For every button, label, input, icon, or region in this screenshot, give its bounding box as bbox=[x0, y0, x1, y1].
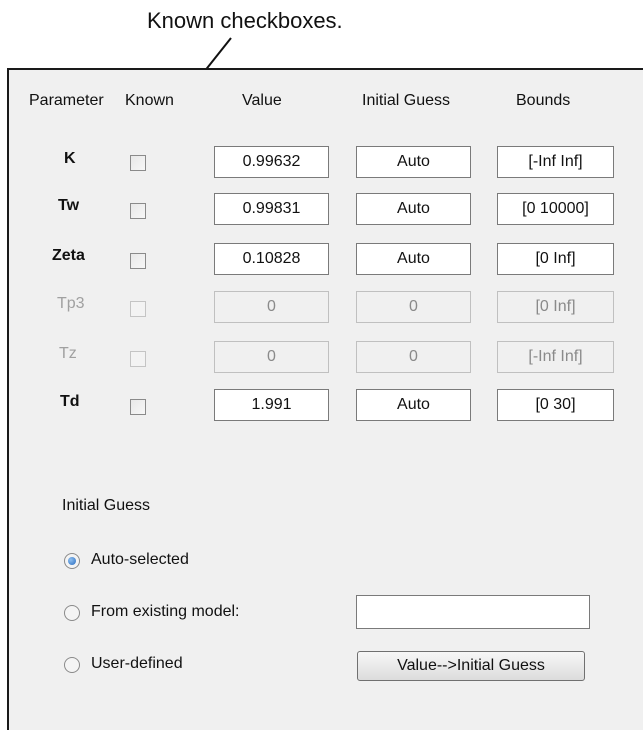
bounds-field-tw[interactable]: [0 10000] bbox=[497, 193, 614, 225]
value-field-zeta[interactable]: 0.10828 bbox=[214, 243, 329, 275]
radio-selected-dot bbox=[68, 557, 76, 565]
radio-auto-selected[interactable] bbox=[64, 553, 80, 569]
value-field-k[interactable]: 0.99632 bbox=[214, 146, 329, 178]
bounds-field-zeta[interactable]: [0 Inf] bbox=[497, 243, 614, 275]
bounds-field-td[interactable]: [0 30] bbox=[497, 389, 614, 421]
param-name-tp3: Tp3 bbox=[57, 295, 85, 312]
param-name-td: Td bbox=[60, 393, 80, 410]
known-checkbox-tz bbox=[130, 351, 146, 367]
header-initial-guess: Initial Guess bbox=[362, 92, 451, 109]
radio-label-auto-selected[interactable]: Auto-selected bbox=[91, 551, 189, 569]
initial-guess-field-zeta[interactable]: Auto bbox=[356, 243, 471, 275]
initial-guess-section-label: Initial Guess bbox=[62, 497, 151, 514]
initial-guess-field-tw[interactable]: Auto bbox=[356, 193, 471, 225]
bounds-field-k[interactable]: [-Inf Inf] bbox=[497, 146, 614, 178]
radio-from-existing-model[interactable] bbox=[64, 605, 80, 621]
param-name-tz: Tz bbox=[59, 345, 77, 362]
bounds-field-tz: [-Inf Inf] bbox=[497, 341, 614, 373]
known-checkbox-tp3 bbox=[130, 301, 146, 317]
value-to-initial-guess-button[interactable]: Value-->Initial Guess bbox=[357, 651, 585, 681]
value-field-tp3: 0 bbox=[214, 291, 329, 323]
callout-label: Known checkboxes. bbox=[147, 8, 343, 33]
known-checkbox-zeta[interactable] bbox=[130, 253, 146, 269]
header-parameter: Parameter bbox=[29, 92, 104, 109]
known-checkbox-tw[interactable] bbox=[130, 203, 146, 219]
initial-guess-field-tz: 0 bbox=[356, 341, 471, 373]
known-checkbox-k[interactable] bbox=[130, 155, 146, 171]
header-value: Value bbox=[242, 92, 282, 109]
param-name-k: K bbox=[64, 150, 76, 167]
value-field-tz: 0 bbox=[214, 341, 329, 373]
value-field-tw[interactable]: 0.99831 bbox=[214, 193, 329, 225]
bounds-field-tp3: [0 Inf] bbox=[497, 291, 614, 323]
initial-guess-field-td[interactable]: Auto bbox=[356, 389, 471, 421]
initial-guess-field-tp3: 0 bbox=[356, 291, 471, 323]
known-checkbox-td[interactable] bbox=[130, 399, 146, 415]
radio-user-defined[interactable] bbox=[64, 657, 80, 673]
header-bounds: Bounds bbox=[516, 92, 571, 109]
param-name-zeta: Zeta bbox=[52, 247, 85, 264]
initial-guess-field-k[interactable]: Auto bbox=[356, 146, 471, 178]
header-known: Known bbox=[125, 92, 174, 109]
radio-label-from-existing-model[interactable]: From existing model: bbox=[91, 603, 240, 621]
existing-model-input[interactable] bbox=[356, 595, 590, 629]
param-name-tw: Tw bbox=[58, 197, 80, 214]
value-field-td[interactable]: 1.991 bbox=[214, 389, 329, 421]
radio-label-user-defined[interactable]: User-defined bbox=[91, 655, 183, 673]
